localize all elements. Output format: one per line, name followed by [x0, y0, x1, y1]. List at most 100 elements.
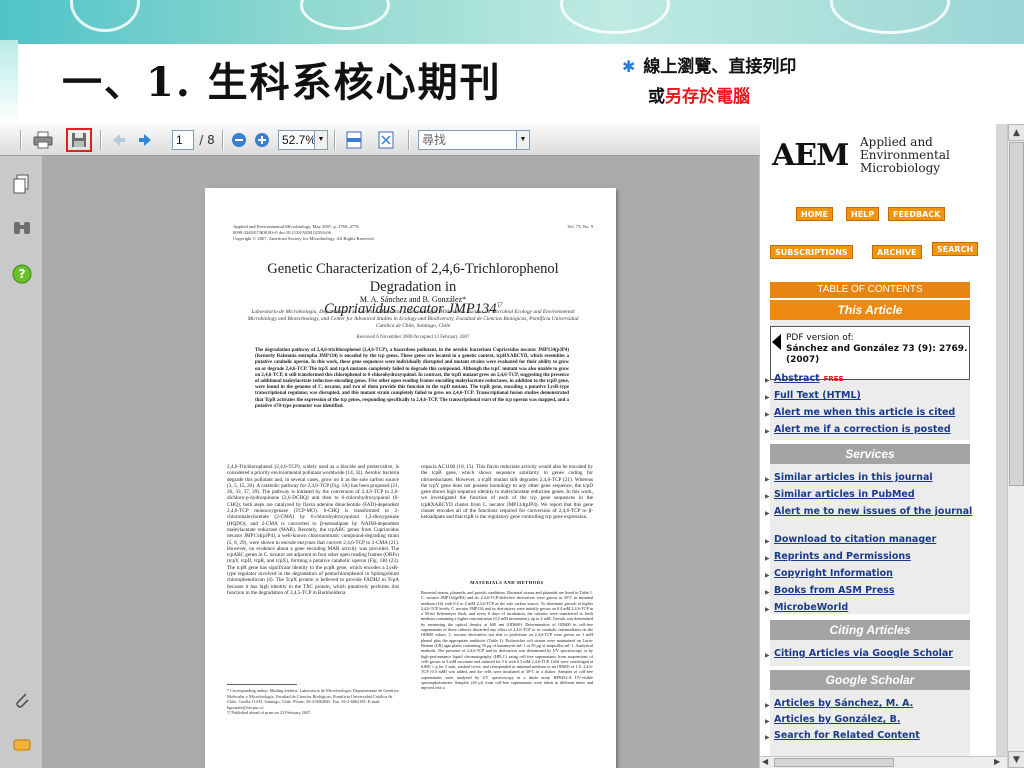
alert-correction-link[interactable]: Alert me if a correction is posted — [765, 424, 984, 438]
journal-header: Applied and Environmental Microbiology, … — [233, 224, 593, 242]
microbeworld-link[interactable]: MicrobeWorld — [765, 602, 984, 616]
print-icon[interactable] — [32, 130, 54, 150]
nav-feedback-button[interactable]: FEEDBACK — [888, 207, 946, 221]
nav-archive-button[interactable]: ARCHIVE — [872, 245, 922, 259]
attachment-icon[interactable] — [12, 690, 32, 710]
search-icon[interactable] — [12, 218, 32, 238]
pdf-toolbar: / 8 52.7% ▼ 尋找 ▼ — [0, 124, 760, 156]
slide-note: ✱ 線上瀏覽、直接列印 或另存於電腦 — [622, 52, 796, 112]
paper-authors: M. A. Sánchez and B. González* — [359, 295, 467, 304]
publication-footnote: ▽ Published ahead of print on 23 Februar… — [227, 710, 312, 715]
toolbar-separator — [100, 130, 102, 150]
paper-title-line-1: Genetic Characterization of 2,4,6-Trichl… — [267, 261, 559, 295]
zoom-out-icon[interactable] — [230, 130, 248, 150]
journal-web-panel: AEM Applied and Environmental Microbiolo… — [760, 124, 1024, 768]
toolbar-separator — [222, 130, 224, 150]
pdf-page: Applied and Environmental Microbiology, … — [205, 188, 616, 768]
aem-logo-subtitle: Applied and Environmental Microbiology — [860, 136, 950, 175]
pdf-document-area[interactable]: Applied and Environmental Microbiology, … — [42, 156, 797, 768]
web-vertical-scrollbar[interactable]: ▲ ▼ — [1007, 124, 1024, 768]
logo-subtitle-line: Microbiology — [860, 161, 941, 175]
left-decoration — [0, 40, 18, 125]
similar-journal-link[interactable]: Similar articles in this journal — [765, 472, 984, 486]
scroll-right-icon[interactable]: ▶ — [994, 757, 1004, 768]
svg-text:?: ? — [19, 267, 26, 281]
nav-search-button[interactable]: SEARCH — [932, 242, 979, 256]
paper-affiliation: Laboratorio de Microbiología, Departamen… — [247, 309, 579, 329]
related-content-link[interactable]: Search for Related Content — [765, 730, 984, 744]
citation-manager-link[interactable]: Download to citation manager — [765, 534, 984, 548]
help-icon[interactable]: ? — [12, 264, 32, 284]
paper-received-date: Received 6 November 2006/Accepted 13 Feb… — [356, 335, 470, 340]
table-of-contents-link[interactable]: TABLE OF CONTENTS — [770, 282, 970, 298]
google-scholar-citing-link[interactable]: Citing Articles via Google Scholar — [765, 648, 984, 662]
scroll-thumb[interactable] — [774, 758, 894, 767]
pdf-viewer: / 8 52.7% ▼ 尋找 ▼ — [0, 124, 797, 768]
reprints-link[interactable]: Reprints and Permissions — [765, 551, 984, 565]
prev-page-icon[interactable] — [110, 130, 128, 150]
articles-by-gonzalez-link[interactable]: Articles by González, B. — [765, 714, 984, 728]
zoom-value: 52.7% — [282, 133, 317, 147]
save-icon[interactable] — [66, 128, 92, 152]
scroll-left-icon[interactable]: ◀ — [762, 757, 772, 768]
chevron-down-icon[interactable]: ▼ — [314, 131, 327, 149]
web-content: AEM Applied and Environmental Microbiolo… — [760, 124, 996, 756]
abstract-link[interactable]: AbstractFREE — [765, 373, 984, 387]
note-line-2-prefix: 或 — [648, 87, 665, 107]
services-heading: Services — [770, 444, 970, 464]
alert-new-issues-link[interactable]: Alert me to new issues of the journal — [765, 506, 984, 520]
chevron-down-icon[interactable]: ▼ — [516, 131, 529, 149]
scroll-thumb[interactable] — [1009, 142, 1024, 486]
nav-home-button[interactable]: HOME — [796, 207, 833, 221]
nav-subscriptions-button[interactable]: SUBSCRIPTIONS — [770, 245, 853, 259]
paper-abstract: The degradation pathway of 2,4,6-trichlo… — [255, 348, 569, 409]
note-line-1: 線上瀏覽、直接列印 — [643, 57, 797, 77]
fit-width-icon[interactable] — [344, 130, 364, 150]
note-line-2-highlight: 另存於電腦 — [665, 87, 750, 107]
paper-column-2: cepacia AC1100 (10, 13). This flavin red… — [421, 464, 593, 521]
free-badge: FREE — [823, 375, 844, 383]
pages-icon[interactable] — [12, 174, 32, 194]
google-scholar-heading: Google Scholar — [770, 670, 970, 690]
scroll-up-icon[interactable]: ▲ — [1008, 124, 1024, 141]
next-page-icon[interactable] — [136, 130, 154, 150]
current-item-arrow-icon — [772, 334, 781, 350]
abstract-link-label[interactable]: Abstract — [774, 373, 820, 384]
page-total: / 8 — [199, 133, 215, 147]
aem-logo[interactable]: AEM — [772, 138, 849, 173]
slide: 一、1. 生科系核心期刊 ✱ 線上瀏覽、直接列印 或另存於電腦 / 8 — [0, 0, 1024, 768]
zoom-in-icon[interactable] — [253, 130, 271, 150]
volume-line: Vol. 73, No. 9 — [567, 224, 593, 229]
paper-column-1: 2,4,6-Trichlorophenol (2,4,6-TCP), widel… — [227, 464, 399, 596]
scroll-down-icon[interactable]: ▼ — [1008, 751, 1024, 768]
corresponding-author-footnote: * Corresponding author. Mailing address:… — [227, 688, 399, 710]
web-horizontal-scrollbar[interactable]: ◀ ▶ — [760, 756, 1007, 768]
slide-title: 一、1. 生科系核心期刊 — [62, 59, 502, 106]
fit-page-icon[interactable] — [376, 130, 396, 150]
butterfly-icon: ✱ — [622, 57, 636, 76]
nav-help-button[interactable]: HELP — [846, 207, 880, 221]
find-placeholder: 尋找 — [422, 133, 447, 147]
paper-footnote: * Corresponding author. Mailing address:… — [227, 688, 399, 716]
section-heading: MATERIALS AND METHODS — [470, 580, 544, 585]
toolbar-separator — [408, 130, 410, 150]
pdf-version-box: PDF version of: Sánchez and González 73 … — [770, 326, 970, 380]
find-input[interactable]: 尋找 ▼ — [418, 130, 530, 150]
footnote-rule — [227, 684, 297, 685]
full-text-link[interactable]: Full Text (HTML) — [765, 390, 984, 404]
similar-pubmed-link[interactable]: Similar articles in PubMed — [765, 489, 984, 503]
toolbar-separator — [20, 130, 22, 150]
asm-books-link[interactable]: Books from ASM Press — [765, 585, 984, 599]
pdf-navigation-pane: ? — [0, 156, 42, 768]
alert-cited-link[interactable]: Alert me when this article is cited — [765, 407, 984, 421]
comments-icon[interactable] — [12, 738, 32, 758]
copyright-line: Copyright © 2007, American Society for M… — [233, 236, 375, 241]
toolbar-separator — [334, 130, 336, 150]
page-number-input[interactable] — [172, 130, 194, 150]
zoom-select[interactable]: 52.7% ▼ — [278, 130, 328, 150]
articles-by-sanchez-link[interactable]: Articles by Sánchez, M. A. — [765, 698, 984, 712]
citing-articles-heading: Citing Articles — [770, 620, 970, 640]
pdf-version-label: PDF version of: — [786, 333, 854, 343]
copyright-link[interactable]: Copyright Information — [765, 568, 984, 582]
paper-methods: Bacterial strains, plasmids, and growth … — [421, 590, 593, 691]
